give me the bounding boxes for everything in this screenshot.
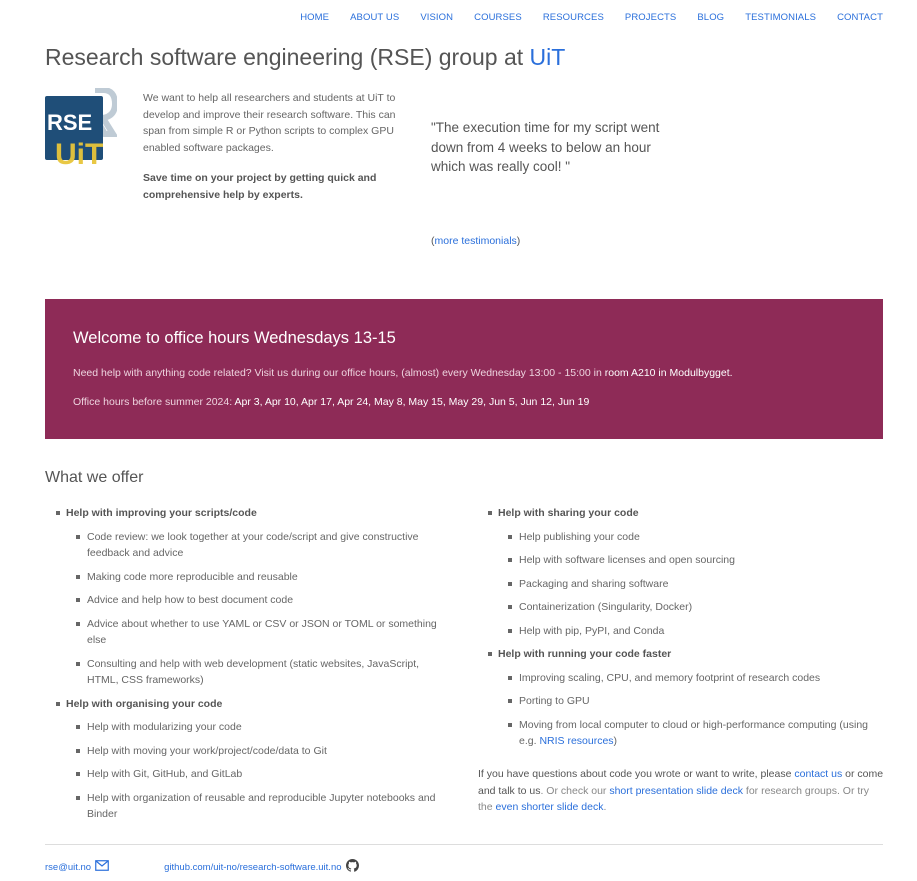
list-item: Moving from local computer to cloud or h… (498, 717, 887, 750)
contact-text-5: . (603, 801, 607, 813)
list-item: Advice and help how to best document cod… (66, 592, 445, 609)
list-item: Making code more reproducible and reusab… (66, 569, 445, 586)
contact-paragraph: If you have questions about code you wro… (478, 766, 886, 816)
offer-category-label: Help with sharing your code (498, 507, 639, 519)
intro-bold: Save time on your project by getting qui… (143, 172, 377, 201)
office-hours-heading: Welcome to office hours Wednesdays 13-15 (73, 329, 396, 347)
room-period: . (729, 367, 733, 379)
office-dates-label: Office hours before summer 2024: (73, 396, 235, 408)
top-nav: HOME ABOUT US VISION COURSES RESOURCES P… (279, 12, 883, 23)
footer: rse@uit.no github.com/uit-no/research-so… (45, 859, 359, 875)
paren-close: ) (516, 235, 521, 247)
list-item: Help with improving your scripts/code Co… (55, 505, 445, 689)
page-title-text: Research software engineering (RSE) grou… (45, 44, 530, 70)
nav-vision[interactable]: VISION (420, 12, 453, 23)
list-item: Help publishing your code (498, 529, 887, 546)
email-link[interactable]: rse@uit.no (45, 862, 91, 873)
offer-left-column: Help with improving your scripts/code Co… (55, 505, 445, 830)
nav-home[interactable]: HOME (300, 12, 329, 23)
logo-uit-text: UiT (55, 138, 103, 166)
list-item: Improving scaling, CPU, and memory footp… (498, 670, 887, 687)
more-testimonials: (more testimonials) (431, 235, 520, 247)
list-item: Containerization (Singularity, Docker) (498, 599, 887, 616)
uit-link[interactable]: UiT (530, 44, 566, 70)
shorter-slide-deck-link[interactable]: even shorter slide deck (496, 801, 604, 813)
nav-courses[interactable]: COURSES (474, 12, 522, 23)
nav-resources[interactable]: RESOURCES (543, 12, 604, 23)
github-link[interactable]: github.com/uit-no/research-software.uit.… (164, 862, 341, 873)
list-item: Packaging and sharing software (498, 576, 887, 593)
logo-rse-text: RSE (47, 110, 92, 135)
testimonial-quote: "The execution time for my script went d… (431, 120, 660, 174)
offer-title: What we offer (45, 469, 144, 486)
more-testimonials-link[interactable]: more testimonials (435, 235, 517, 247)
intro-section: We want to help all researchers and stud… (143, 90, 405, 203)
room-link[interactable]: room A210 in Modulbygget (605, 367, 730, 379)
rse-uit-logo: RSE UiT (45, 87, 119, 171)
list-item: Help with modularizing your code (66, 719, 445, 736)
nav-blog[interactable]: BLOG (697, 12, 724, 23)
list-item: Help with organising your code Help with… (55, 696, 445, 823)
list-item: Help with organization of reusable and r… (66, 790, 445, 823)
footer-email: rse@uit.no (45, 860, 109, 874)
list-item: Help with pip, PyPI, and Conda (498, 623, 887, 640)
footer-divider (45, 844, 883, 845)
list-item: Help with software licenses and open sou… (498, 552, 887, 569)
footer-github: github.com/uit-no/research-software.uit.… (164, 859, 359, 875)
offer-right-column: Help with sharing your code Help publish… (487, 505, 887, 757)
envelope-icon[interactable] (95, 860, 109, 874)
list-item-suffix: ) (613, 735, 618, 747)
contact-us-link[interactable]: contact us (794, 768, 842, 780)
list-item: Help with sharing your code Help publish… (487, 505, 887, 639)
office-hours-banner: Welcome to office hours Wednesdays 13-15… (45, 299, 883, 439)
offer-category-label: Help with running your code faster (498, 648, 672, 660)
office-hours-line: Need help with anything code related? Vi… (73, 367, 855, 379)
nav-testimonials[interactable]: TESTIMONIALS (745, 12, 816, 23)
office-hours-text: Need help with anything code related? Vi… (73, 367, 605, 379)
list-item: Help with moving your work/project/code/… (66, 743, 445, 760)
page-title: Research software engineering (RSE) grou… (45, 44, 565, 71)
list-item: Code review: we look together at your co… (66, 529, 445, 562)
office-hours-dates-line: Office hours before summer 2024: Apr 3, … (73, 396, 855, 408)
intro-paragraph: We want to help all researchers and stud… (143, 92, 396, 154)
list-item: Porting to GPU (498, 693, 887, 710)
contact-text-3: . Or check our (540, 784, 610, 797)
nav-contact[interactable]: CONTACT (837, 12, 883, 23)
nris-resources-link[interactable]: NRIS resources (539, 735, 613, 747)
github-icon[interactable] (345, 859, 359, 875)
offer-category-label: Help with organising your code (66, 697, 223, 710)
nav-projects[interactable]: PROJECTS (625, 12, 676, 23)
list-item: Consulting and help with web development… (66, 656, 445, 689)
short-slide-deck-link[interactable]: short presentation slide deck (609, 785, 743, 797)
offer-category-label: Help with improving your scripts/code (66, 507, 257, 519)
list-item: Help with Git, GitHub, and GitLab (66, 766, 445, 783)
nav-about-us[interactable]: ABOUT US (350, 12, 399, 23)
list-item: Advice about whether to use YAML or CSV … (66, 616, 445, 649)
contact-text-1: If you have questions about code you wro… (478, 768, 795, 780)
office-dates: Apr 3, Apr 10, Apr 17, Apr 24, May 8, Ma… (234, 396, 590, 408)
list-item: Help with running your code faster Impro… (487, 646, 887, 750)
